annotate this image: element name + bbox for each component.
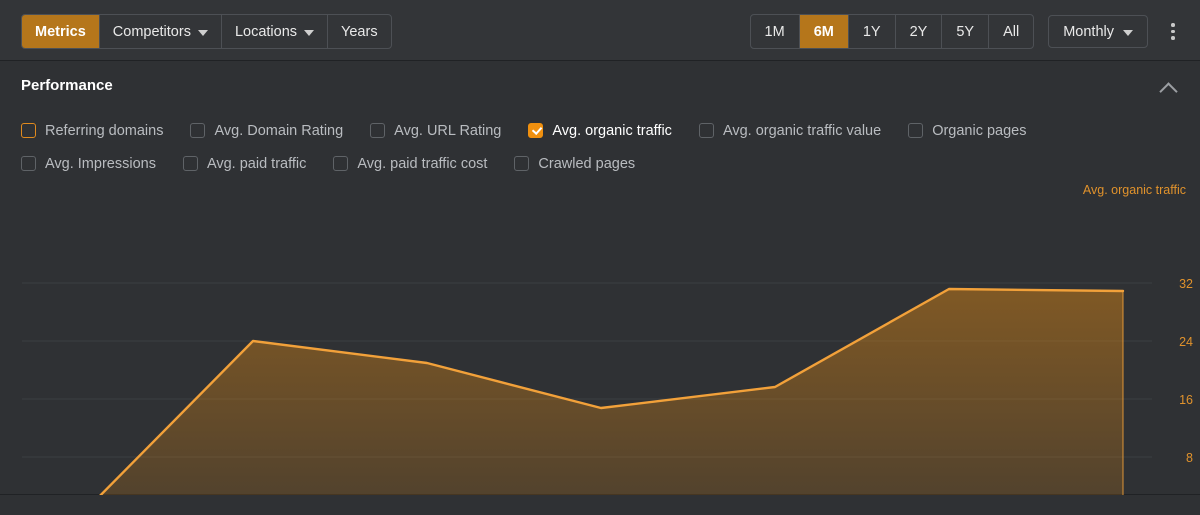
metric-crawled-pages[interactable]: Crawled pages (514, 156, 635, 172)
range-all-label: All (1003, 24, 1019, 40)
metric-label: Avg. organic traffic value (723, 123, 881, 139)
performance-chart[interactable]: Avg. organic traffic (0, 183, 1200, 495)
metric-row-2: Avg. Impressions Avg. paid traffic Avg. … (21, 147, 1171, 180)
range-1y-label: 1Y (863, 24, 881, 40)
tab-metrics-label: Metrics (35, 24, 86, 40)
metric-avg-organic-traffic-value[interactable]: Avg. organic traffic value (699, 123, 881, 139)
tab-locations[interactable]: Locations (222, 15, 328, 48)
y-tick-label: 16 (1179, 393, 1193, 407)
metric-label: Avg. Domain Rating (214, 123, 343, 139)
metric-label: Referring domains (45, 123, 163, 139)
metric-row-1: Referring domains Avg. Domain Rating Avg… (21, 114, 1171, 147)
range-2y[interactable]: 2Y (896, 15, 943, 48)
performance-panel: Performance Referring domains Avg. Domai… (0, 61, 1200, 495)
metric-organic-pages[interactable]: Organic pages (908, 123, 1026, 139)
metric-avg-url-rating[interactable]: Avg. URL Rating (370, 123, 501, 139)
tab-years[interactable]: Years (328, 15, 391, 48)
tab-metrics[interactable]: Metrics (22, 15, 100, 48)
y-tick-label: 8 (1186, 451, 1193, 465)
y-tick-label: 24 (1179, 335, 1193, 349)
chevron-up-icon (1159, 82, 1177, 100)
checkbox-icon[interactable] (514, 156, 529, 171)
checkbox-icon[interactable] (190, 123, 205, 138)
metric-label: Organic pages (932, 123, 1026, 139)
metric-avg-organic-traffic[interactable]: Avg. organic traffic (528, 123, 672, 139)
tab-competitors[interactable]: Competitors (100, 15, 222, 48)
checkbox-icon[interactable] (333, 156, 348, 171)
metric-label: Crawled pages (538, 156, 635, 172)
checkbox-icon[interactable] (908, 123, 923, 138)
tab-locations-label: Locations (235, 24, 297, 40)
view-selector-group: Metrics Competitors Locations Years (21, 14, 392, 49)
granularity-label: Monthly (1063, 24, 1114, 40)
metric-label: Avg. Impressions (45, 156, 156, 172)
metric-label: Avg. URL Rating (394, 123, 501, 139)
chart-y-axis-labels: 32 24 16 8 0 (1179, 277, 1193, 495)
checkbox-icon[interactable] (183, 156, 198, 171)
collapse-panel-button[interactable] (1154, 77, 1182, 101)
range-all[interactable]: All (989, 15, 1033, 48)
range-2y-label: 2Y (910, 24, 928, 40)
metric-label: Avg. organic traffic (552, 123, 672, 139)
checkbox-icon[interactable] (528, 123, 543, 138)
checkbox-icon[interactable] (370, 123, 385, 138)
metric-avg-paid-traffic[interactable]: Avg. paid traffic (183, 156, 306, 172)
checkbox-icon[interactable] (21, 156, 36, 171)
chart-area-fill (80, 289, 1123, 495)
metric-avg-paid-traffic-cost[interactable]: Avg. paid traffic cost (333, 156, 487, 172)
toolbar-right-group: 1M 6M 1Y 2Y 5Y All Monthly (750, 14, 1184, 49)
range-5y[interactable]: 5Y (942, 15, 989, 48)
chevron-down-icon (198, 30, 208, 36)
range-1y[interactable]: 1Y (849, 15, 896, 48)
range-5y-label: 5Y (956, 24, 974, 40)
range-1m-label: 1M (765, 24, 785, 40)
date-range-selector: 1M 6M 1Y 2Y 5Y All (750, 14, 1035, 49)
range-6m-label: 6M (814, 24, 834, 40)
kebab-dot (1171, 36, 1175, 40)
metric-referring-domains[interactable]: Referring domains (21, 123, 163, 139)
metric-toggles: Referring domains Avg. Domain Rating Avg… (21, 114, 1171, 180)
metric-label: Avg. paid traffic cost (357, 156, 487, 172)
kebab-dot (1171, 30, 1175, 34)
footer-strip (0, 495, 1200, 515)
chart-svg[interactable]: 32 24 16 8 0 a 3 Dec 2023 Jan 2024 Feb 2… (0, 183, 1200, 495)
top-toolbar: Metrics Competitors Locations Years 1M 6… (0, 0, 1200, 61)
y-tick-label: 32 (1179, 277, 1193, 291)
more-options-icon[interactable] (1162, 15, 1184, 48)
kebab-dot (1171, 23, 1175, 27)
page-title: Performance (21, 77, 113, 94)
metric-label: Avg. paid traffic (207, 156, 306, 172)
toolbar-left-group: Metrics Competitors Locations Years (21, 14, 392, 49)
metric-avg-domain-rating[interactable]: Avg. Domain Rating (190, 123, 343, 139)
metric-avg-impressions[interactable]: Avg. Impressions (21, 156, 156, 172)
chevron-down-icon (304, 30, 314, 36)
granularity-dropdown[interactable]: Monthly (1048, 15, 1148, 48)
range-6m[interactable]: 6M (800, 15, 849, 48)
checkbox-icon[interactable] (21, 123, 36, 138)
chevron-down-icon (1123, 30, 1133, 36)
range-1m[interactable]: 1M (751, 15, 800, 48)
tab-years-label: Years (341, 24, 378, 40)
tab-competitors-label: Competitors (113, 24, 191, 40)
checkbox-icon[interactable] (699, 123, 714, 138)
